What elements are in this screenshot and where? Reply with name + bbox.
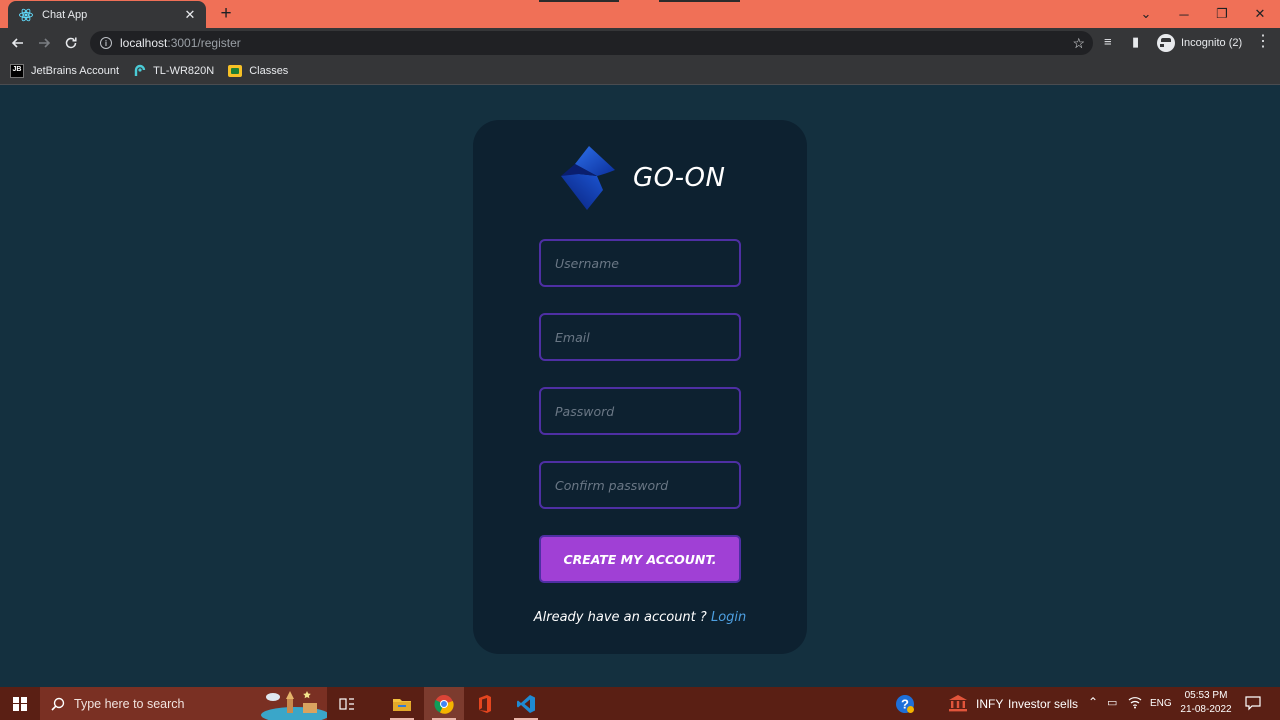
new-tab-button[interactable]: + xyxy=(216,4,236,24)
drag-strip xyxy=(539,0,619,2)
reload-button[interactable] xyxy=(61,33,81,53)
maximize-button[interactable]: ❐ xyxy=(1203,0,1241,28)
browser-menu-icon[interactable]: ⋮ xyxy=(1255,33,1271,51)
clock-date: 21-08-2022 xyxy=(1180,704,1232,715)
tab-close-button[interactable]: ✕ xyxy=(182,7,198,23)
page-content: GO-ON CREATE MY ACCOUNT. Already have an… xyxy=(0,86,1280,687)
wifi-icon[interactable] xyxy=(1128,695,1142,712)
confirm-password-input[interactable] xyxy=(555,477,739,493)
language-indicator[interactable]: ENG xyxy=(1150,698,1172,709)
incognito-label: Incognito (2) xyxy=(1181,37,1243,49)
bank-icon xyxy=(949,695,967,712)
brand-header: GO-ON xyxy=(557,144,725,212)
tplink-icon xyxy=(134,64,146,76)
url-host: localhost xyxy=(120,36,168,50)
office-icon xyxy=(479,694,491,713)
clock[interactable]: 05:53 PM 21-08-2022 xyxy=(1170,689,1242,717)
react-icon xyxy=(19,8,33,21)
bookmark-label: Classes xyxy=(249,65,289,77)
notification-bubble-icon xyxy=(1245,696,1261,711)
file-explorer-button[interactable] xyxy=(382,687,422,720)
stock-headline[interactable]: Investor sells xyxy=(1008,697,1078,711)
email-field-wrapper xyxy=(539,313,741,361)
bookmarks-bar: JB JetBrains Account TL-WR820N Classes xyxy=(0,58,1280,85)
create-account-button[interactable]: CREATE MY ACCOUNT. xyxy=(539,535,741,583)
side-panel-icon[interactable]: ▮ xyxy=(1132,34,1139,50)
close-window-button[interactable]: ✕ xyxy=(1241,0,1279,28)
chrome-icon xyxy=(434,694,454,714)
tab-title: Chat App xyxy=(42,8,88,21)
tab-bar: Chat App ✕ + ⌄ ─ ❐ ✕ xyxy=(0,0,1280,28)
start-button[interactable] xyxy=(0,687,40,720)
reload-icon xyxy=(65,37,77,49)
login-prompt-text: Already have an account ? xyxy=(533,610,707,625)
incognito-profile-button[interactable]: Incognito (2) xyxy=(1155,31,1248,55)
incognito-icon xyxy=(1157,34,1180,52)
username-field-wrapper xyxy=(539,239,741,287)
chevron-up-icon[interactable]: ⌃ xyxy=(1088,695,1098,709)
folder-icon xyxy=(393,698,411,711)
classroom-icon xyxy=(228,65,243,77)
vscode-icon xyxy=(517,694,535,713)
search-highlight-art-icon xyxy=(261,691,327,720)
bookmark-jetbrains[interactable]: JB JetBrains Account xyxy=(10,64,119,78)
bookmark-star-icon[interactable]: ☆ xyxy=(1072,35,1085,52)
site-info-icon[interactable]: i xyxy=(100,37,112,49)
help-tray-icon[interactable]: ? xyxy=(895,694,915,717)
password-field-wrapper xyxy=(539,387,741,435)
notifications-icon[interactable] xyxy=(1245,695,1261,714)
bookmark-label: TL-WR820N xyxy=(153,65,215,77)
vscode-button[interactable] xyxy=(506,687,546,720)
browser-toolbar: i localhost:3001/register ☆ ≡ ▮ Incognit… xyxy=(0,28,1280,58)
bookmark-classes[interactable]: Classes xyxy=(228,65,288,77)
windows-taskbar: Type here to search ? INFY Investor sell… xyxy=(0,687,1280,720)
drag-strip xyxy=(659,0,740,2)
task-view-button[interactable] xyxy=(327,687,367,720)
wifi-signal-icon xyxy=(1128,697,1142,709)
task-view-icon xyxy=(339,697,354,710)
bookmark-label: JetBrains Account xyxy=(31,65,120,77)
arrow-right-icon xyxy=(39,38,51,48)
username-input[interactable] xyxy=(555,255,739,271)
jetbrains-icon: JB xyxy=(10,64,24,78)
reading-list-icon[interactable]: ≡ xyxy=(1104,34,1112,49)
arrow-left-icon xyxy=(11,38,23,48)
back-button[interactable] xyxy=(8,33,28,53)
search-icon xyxy=(51,697,65,711)
stock-ticker: INFY xyxy=(976,697,1004,711)
minimize-button[interactable]: ─ xyxy=(1165,0,1203,28)
chrome-taskbar-button[interactable] xyxy=(424,687,464,720)
register-card: GO-ON CREATE MY ACCOUNT. Already have an… xyxy=(473,120,807,654)
login-link[interactable]: Login xyxy=(711,610,746,625)
forward-button[interactable] xyxy=(34,33,54,53)
confirm-password-field-wrapper xyxy=(539,461,741,509)
battery-icon[interactable]: ▭ xyxy=(1107,696,1117,709)
bookmark-router[interactable]: TL-WR820N xyxy=(133,64,214,78)
stock-news-icon[interactable] xyxy=(948,694,968,715)
question-icon: ? xyxy=(896,695,914,713)
search-placeholder: Type here to search xyxy=(74,696,185,711)
browser-tab[interactable]: Chat App ✕ xyxy=(8,1,206,28)
password-input[interactable] xyxy=(555,403,739,419)
address-bar[interactable]: i localhost:3001/register ☆ xyxy=(90,31,1093,55)
office-button[interactable] xyxy=(465,687,505,720)
brand-name: GO-ON xyxy=(633,163,726,193)
email-input[interactable] xyxy=(555,329,739,345)
taskbar-search[interactable]: Type here to search xyxy=(40,687,327,720)
tab-search-button[interactable]: ⌄ xyxy=(1127,0,1165,28)
login-prompt: Already have an account ? Login xyxy=(473,610,807,625)
brand-logo-icon xyxy=(561,146,615,210)
windows-logo-icon xyxy=(13,696,27,711)
url-path: :3001/register xyxy=(167,36,241,50)
clock-time: 05:53 PM xyxy=(1184,690,1228,701)
